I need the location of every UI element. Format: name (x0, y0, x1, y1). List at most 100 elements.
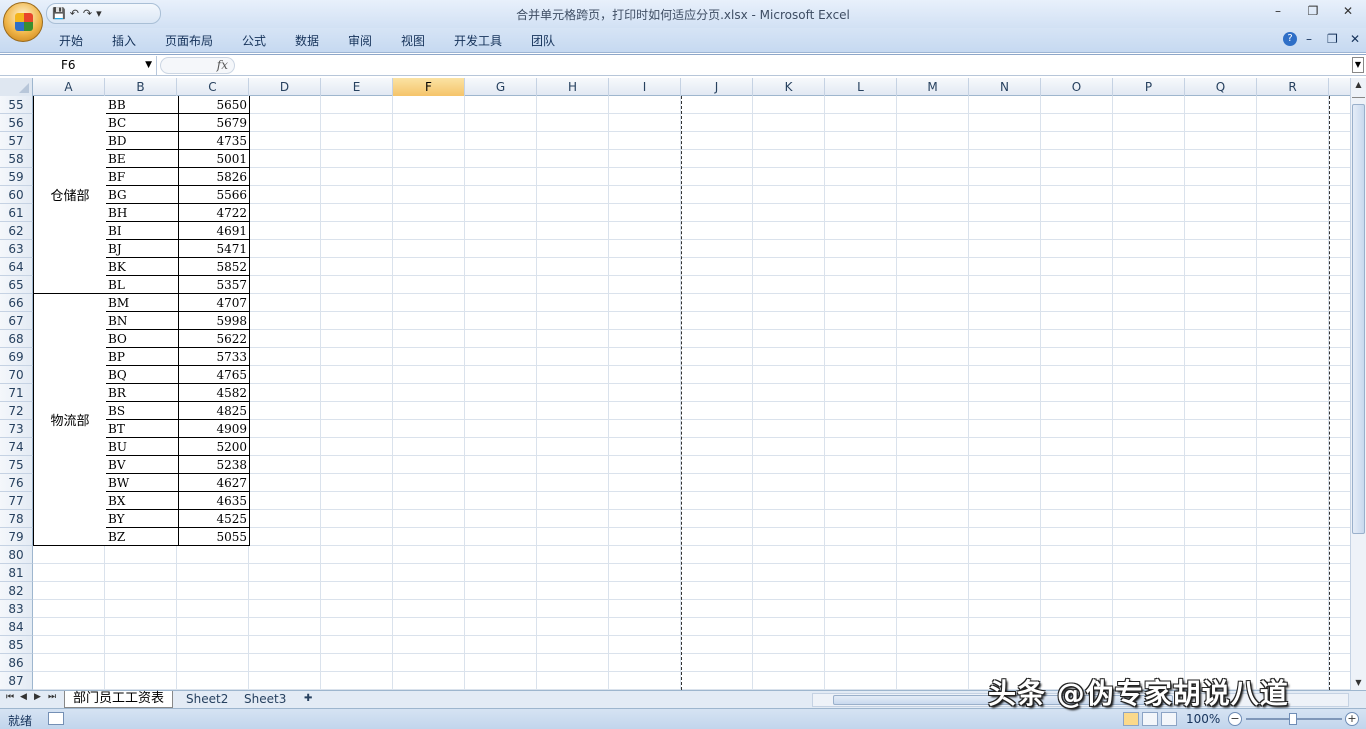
row-header[interactable]: 80 (0, 546, 33, 564)
row-header[interactable]: 83 (0, 600, 33, 618)
cell-salary[interactable]: 5733 (178, 348, 250, 366)
row-header[interactable]: 55 (0, 96, 33, 114)
cell-employee-id[interactable]: BM (105, 294, 178, 312)
doc-close-button[interactable]: ✕ (1350, 32, 1360, 46)
cell-salary[interactable]: 5200 (178, 438, 250, 456)
row-header[interactable]: 82 (0, 582, 33, 600)
tab-formulas[interactable]: 公式 (242, 32, 266, 49)
last-sheet-icon[interactable]: ⏭ (48, 692, 56, 702)
formula-input[interactable] (240, 56, 1340, 75)
row-header[interactable]: 59 (0, 168, 33, 186)
row-header[interactable]: 65 (0, 276, 33, 294)
cell-employee-id[interactable]: BR (105, 384, 178, 402)
office-button[interactable] (3, 2, 43, 42)
cell-employee-id[interactable]: BP (105, 348, 178, 366)
cell-employee-id[interactable]: BZ (105, 528, 178, 546)
cell-employee-id[interactable]: BF (105, 168, 178, 186)
row-header[interactable]: 75 (0, 456, 33, 474)
cell-employee-id[interactable]: BO (105, 330, 178, 348)
cell-salary[interactable]: 4825 (178, 402, 250, 420)
row-header[interactable]: 67 (0, 312, 33, 330)
cell-salary[interactable]: 4525 (178, 510, 250, 528)
row-header[interactable]: 69 (0, 348, 33, 366)
page-layout-view-icon[interactable] (1142, 712, 1158, 726)
column-header-q[interactable]: Q (1185, 78, 1257, 96)
sheet-tab-sheet3[interactable]: Sheet3 (236, 691, 294, 708)
row-header[interactable]: 56 (0, 114, 33, 132)
column-header-j[interactable]: J (681, 78, 753, 96)
next-sheet-icon[interactable]: ▶ (34, 692, 41, 702)
cell-salary[interactable]: 5055 (178, 528, 250, 546)
column-header-o[interactable]: O (1041, 78, 1113, 96)
column-header-l[interactable]: L (825, 78, 897, 96)
cell-employee-id[interactable]: BV (105, 456, 178, 474)
row-header[interactable]: 63 (0, 240, 33, 258)
column-header-d[interactable]: D (249, 78, 321, 96)
column-header-f[interactable]: F (393, 78, 465, 96)
column-header-m[interactable]: M (897, 78, 969, 96)
zoom-out-button[interactable]: − (1228, 712, 1242, 726)
doc-restore-button[interactable]: ❐ (1327, 32, 1338, 46)
cell-salary[interactable]: 5471 (178, 240, 250, 258)
sheet-tab-salary[interactable]: 部门员工工资表 (64, 691, 174, 708)
cell-employee-id[interactable]: BS (105, 402, 178, 420)
cell-salary[interactable]: 5998 (178, 312, 250, 330)
column-header-n[interactable]: N (969, 78, 1041, 96)
column-header-r[interactable]: R (1257, 78, 1329, 96)
row-header[interactable]: 61 (0, 204, 33, 222)
row-header[interactable]: 74 (0, 438, 33, 456)
cell-salary[interactable]: 5001 (178, 150, 250, 168)
cell-employee-id[interactable]: BX (105, 492, 178, 510)
row-header[interactable]: 66 (0, 294, 33, 312)
page-break-preview-icon[interactable] (1161, 712, 1177, 726)
row-header[interactable]: 78 (0, 510, 33, 528)
cell-salary[interactable]: 5357 (178, 276, 250, 294)
row-header[interactable]: 85 (0, 636, 33, 654)
cell-salary[interactable]: 5826 (178, 168, 250, 186)
cell-salary[interactable]: 4707 (178, 294, 250, 312)
cell-salary[interactable]: 4691 (178, 222, 250, 240)
row-header[interactable]: 70 (0, 366, 33, 384)
cell-employee-id[interactable]: BB (105, 96, 178, 114)
minimize-button[interactable]: – (1268, 4, 1288, 18)
cell-salary[interactable]: 4735 (178, 132, 250, 150)
cell-employee-id[interactable]: BU (105, 438, 178, 456)
insert-function-button[interactable]: fx (160, 57, 235, 74)
chevron-down-icon[interactable]: ▼ (145, 56, 152, 74)
record-macro-icon[interactable] (48, 712, 64, 725)
row-header[interactable]: 68 (0, 330, 33, 348)
row-header[interactable]: 58 (0, 150, 33, 168)
tab-team[interactable]: 团队 (531, 32, 555, 49)
cell-salary[interactable]: 4627 (178, 474, 250, 492)
insert-sheet-icon[interactable]: ✚ (296, 691, 320, 708)
select-all-button[interactable] (0, 78, 33, 96)
column-header-b[interactable]: B (105, 78, 177, 96)
tab-home[interactable]: 开始 (59, 32, 83, 49)
row-header[interactable]: 71 (0, 384, 33, 402)
row-header[interactable]: 79 (0, 528, 33, 546)
zoom-slider-thumb[interactable] (1289, 713, 1297, 725)
vertical-scrollbar[interactable]: ▲ ▼ (1350, 78, 1366, 690)
doc-minimize-button[interactable]: – (1306, 32, 1312, 46)
row-header[interactable]: 72 (0, 402, 33, 420)
cell-employee-id[interactable]: BI (105, 222, 178, 240)
cell-salary[interactable]: 5238 (178, 456, 250, 474)
scroll-down-icon[interactable]: ▼ (1352, 676, 1365, 690)
cell-salary[interactable]: 4635 (178, 492, 250, 510)
column-header-p[interactable]: P (1113, 78, 1185, 96)
help-icon[interactable]: ? (1283, 32, 1297, 46)
first-sheet-icon[interactable]: ⏮ (6, 692, 14, 702)
cell-salary[interactable]: 5852 (178, 258, 250, 276)
tab-developer[interactable]: 开发工具 (454, 32, 502, 49)
merged-department-cell[interactable]: 物流部 (33, 294, 106, 546)
worksheet-grid[interactable]: ABCDEFGHIJKLMNOPQR 55 56 57 58 59 60 61 62 63 64 6… (0, 78, 1350, 690)
row-header[interactable]: 76 (0, 474, 33, 492)
column-header-a[interactable]: A (33, 78, 105, 96)
row-header[interactable]: 87 (0, 672, 33, 690)
column-header-c[interactable]: C (177, 78, 249, 96)
cell-salary[interactable]: 5679 (178, 114, 250, 132)
column-header-g[interactable]: G (465, 78, 537, 96)
column-header-k[interactable]: K (753, 78, 825, 96)
cell-salary[interactable]: 4722 (178, 204, 250, 222)
expand-formula-bar-icon[interactable]: ▼ (1352, 57, 1364, 73)
